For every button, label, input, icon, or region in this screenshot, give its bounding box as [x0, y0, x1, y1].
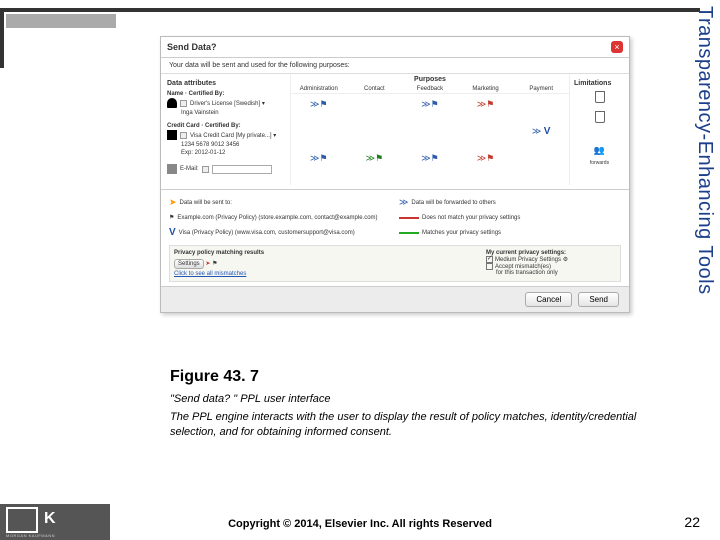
arrow-icon: ≫⚑ — [458, 99, 514, 110]
sent-example: Example.com (Privacy Policy) (store.exam… — [177, 215, 377, 221]
sent-label: Data will be sent to: — [180, 200, 232, 206]
copyright: Copyright © 2014, Elsevier Inc. All righ… — [0, 518, 720, 530]
policy-match-box: Privacy policy matching results Settings… — [169, 245, 621, 282]
column-limitations: Limitations 👥forwards — [569, 74, 629, 185]
cc-number: 1234 5678 9012 3456 — [181, 142, 239, 148]
send-button[interactable]: Send — [578, 292, 619, 307]
page-number: 22 — [684, 514, 700, 530]
attr-cc: Credit Card · Certified By: Visa Credit … — [167, 123, 284, 157]
legend-green-bar — [399, 232, 419, 234]
drivers-license-select[interactable]: Driver's License [Swedish] ▾ — [190, 100, 265, 107]
visa-icon: V — [169, 227, 176, 238]
arrow-row-cc: ≫ V — [291, 114, 569, 148]
arrow-forward-icon: ≫ — [399, 197, 408, 208]
example-flag-icon: ⚑ — [169, 214, 174, 221]
send-data-dialog: Send Data? × Your data will be sent and … — [160, 36, 630, 313]
policy-heading: Privacy policy matching results — [174, 250, 478, 256]
forward-icon: 👥forwards — [574, 145, 625, 165]
sent-visa: Visa (Privacy Policy) (www.visa.com, cus… — [179, 230, 355, 236]
figure-number: Figure 43. 7 — [170, 368, 640, 386]
purposes-header: Purposes — [291, 74, 569, 85]
forward-label: Data will be forwarded to others — [411, 200, 495, 206]
checkbox-accept[interactable] — [486, 263, 493, 270]
card-icon — [167, 130, 177, 140]
name-value: Inga Vainstein — [181, 110, 219, 116]
cancel-button[interactable]: Cancel — [525, 292, 572, 307]
purpose-col: Payment — [513, 85, 569, 93]
opt-note: for this transaction only — [496, 270, 616, 276]
legend-red: Does not match your privacy settings — [422, 215, 520, 221]
visa-forward-icon: ≫ V — [513, 126, 569, 137]
figure-caption: Figure 43. 7 "Send data? " PPL user inte… — [170, 368, 640, 443]
mismatches-link[interactable]: Click to see all mismatches — [174, 271, 478, 277]
caption-line1: "Send data? " PPL user interface — [170, 392, 640, 406]
slide-frame-side — [0, 8, 4, 68]
target-flag-icon: ⚑ — [212, 261, 217, 267]
dialog-title: Send Data? — [167, 42, 217, 52]
dialog-intro: Your data will be sent and used for the … — [161, 58, 629, 74]
sent-to-row: ➤Data will be sent to: ≫Data will be for… — [161, 194, 629, 211]
checkbox-icon[interactable] — [202, 166, 209, 173]
column-attributes: Data attributes Name · Certified By: Dri… — [161, 74, 291, 185]
slide-frame-top — [0, 8, 700, 12]
column-purposes: Purposes Administration Contact Feedback… — [291, 74, 569, 185]
purpose-col: Marketing — [458, 85, 514, 93]
arrow-icon: ➤ — [205, 261, 210, 267]
logo-subtext: MORGAN KAUFMANN — [6, 533, 55, 538]
close-icon[interactable]: × — [611, 41, 623, 53]
limitations-header: Limitations — [574, 78, 625, 91]
visa-select[interactable]: Visa Credit Card [My private...] ▾ — [190, 132, 276, 139]
checkbox-icon[interactable] — [180, 100, 187, 107]
arrow-row-name: ≫⚑ ≫⚑ ≫⚑ — [291, 94, 569, 114]
settings-button[interactable]: Settings — [174, 259, 204, 269]
purpose-col: Administration — [291, 85, 347, 93]
arrow-row-email: ≫⚑ ≫⚑ ≫⚑ ≫⚑ — [291, 148, 569, 168]
attr-email: E-Mail: — [167, 163, 284, 175]
attr-header: Data attributes — [167, 78, 284, 91]
legend-green: Matches your privacy settings — [422, 230, 501, 236]
dialog-footer: Cancel Send — [161, 286, 629, 312]
arrow-icon: ≫⚑ — [291, 153, 347, 164]
trash-icon[interactable] — [595, 91, 605, 103]
person-icon — [167, 98, 177, 108]
dialog-titlebar: Send Data? × — [161, 37, 629, 58]
arrow-icon: ≫⚑ — [402, 153, 458, 164]
arrow-icon: ≫⚑ — [347, 153, 403, 164]
cc-exp: Exp: 2012-01-12 — [181, 150, 225, 156]
arrow-send-icon: ➤ — [169, 197, 177, 208]
mail-icon — [167, 164, 177, 174]
email-field[interactable] — [212, 165, 272, 174]
slide-frame-sub — [6, 14, 116, 28]
section-label: Transparency-Enhancing Tools — [693, 6, 716, 306]
caption-line2: The PPL engine interacts with the user t… — [170, 410, 640, 439]
gear-icon[interactable]: ⚙ — [563, 257, 568, 263]
trash-icon[interactable] — [595, 111, 605, 123]
checkbox-icon[interactable] — [180, 132, 187, 139]
arrow-icon: ≫⚑ — [291, 99, 347, 110]
legend-red-bar — [399, 217, 419, 219]
arrow-icon: ≫⚑ — [458, 153, 514, 164]
arrow-icon: ≫⚑ — [402, 99, 458, 110]
email-label: E-Mail: — [180, 166, 199, 172]
radio-medium[interactable] — [486, 256, 493, 263]
purpose-col-labels: Administration Contact Feedback Marketin… — [291, 85, 569, 94]
purpose-col: Feedback — [402, 85, 458, 93]
purpose-col: Contact — [347, 85, 403, 93]
attr-name: Name · Certified By: Driver's License [S… — [167, 91, 284, 117]
